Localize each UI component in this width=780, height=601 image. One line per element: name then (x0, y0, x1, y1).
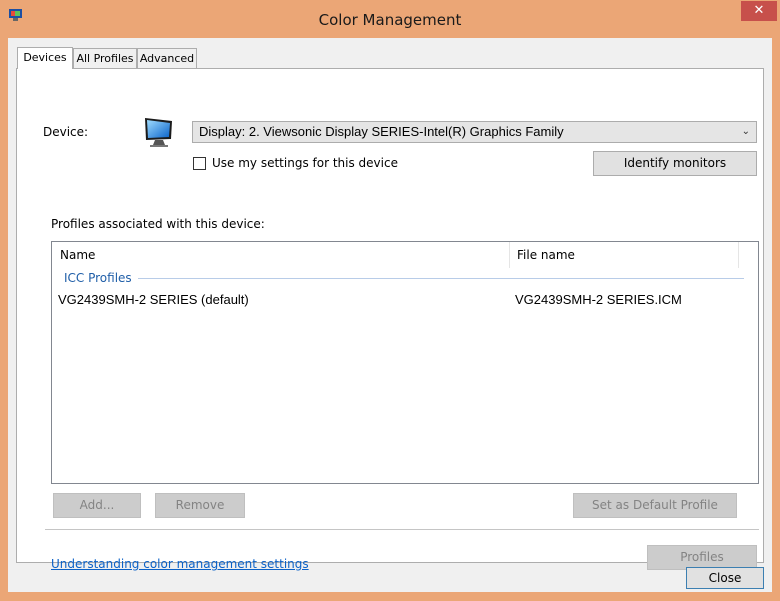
close-button[interactable]: Close (686, 567, 764, 589)
remove-button[interactable]: Remove (155, 493, 245, 518)
profile-row-name[interactable]: VG2439SMH-2 SERIES (default) (58, 292, 249, 307)
profiles-list[interactable]: Name File name ICC Profiles VG2439SMH-2 … (51, 241, 759, 484)
device-select[interactable]: Display: 2. Viewsonic Display SERIES-Int… (192, 121, 757, 143)
devices-tab-page: Device: Display: 2. Viewsonic Display SE… (16, 68, 764, 571)
window-close-button[interactable]: ✕ (741, 1, 777, 21)
understanding-color-management-link[interactable]: Understanding color management settings (51, 557, 309, 571)
column-separator[interactable] (738, 242, 739, 268)
device-label: Device: (43, 125, 89, 139)
column-header-file-name[interactable]: File name (517, 242, 575, 268)
group-header-icc-profiles[interactable]: ICC Profiles (64, 271, 132, 285)
color-management-window: Color Management ✕ Devices All Profiles … (0, 0, 780, 601)
use-my-settings-checkbox[interactable] (193, 157, 206, 170)
column-separator[interactable] (509, 242, 510, 268)
set-default-profile-button[interactable]: Set as Default Profile (573, 493, 737, 518)
dialog-client-area: Devices All Profiles Advanced Device: Di… (8, 38, 772, 592)
column-header-name[interactable]: Name (60, 242, 95, 268)
tab-advanced[interactable]: Advanced (137, 48, 197, 68)
device-select-value: Display: 2. Viewsonic Display SERIES-Int… (199, 124, 564, 139)
tab-all-profiles[interactable]: All Profiles (73, 48, 137, 68)
monitor-icon (145, 118, 172, 147)
use-my-settings-label[interactable]: Use my settings for this device (212, 156, 398, 170)
title-bar[interactable]: Color Management ✕ (0, 0, 780, 38)
tab-devices[interactable]: Devices (17, 47, 73, 69)
chevron-down-icon: ⌄ (741, 126, 750, 137)
profiles-section-label: Profiles associated with this device: (51, 217, 265, 231)
profile-row-file[interactable]: VG2439SMH-2 SERIES.ICM (515, 292, 682, 307)
add-button[interactable]: Add... (53, 493, 141, 518)
group-divider (138, 278, 744, 279)
section-divider (45, 529, 759, 530)
window-title: Color Management (318, 11, 462, 29)
identify-monitors-button[interactable]: Identify monitors (593, 151, 757, 176)
